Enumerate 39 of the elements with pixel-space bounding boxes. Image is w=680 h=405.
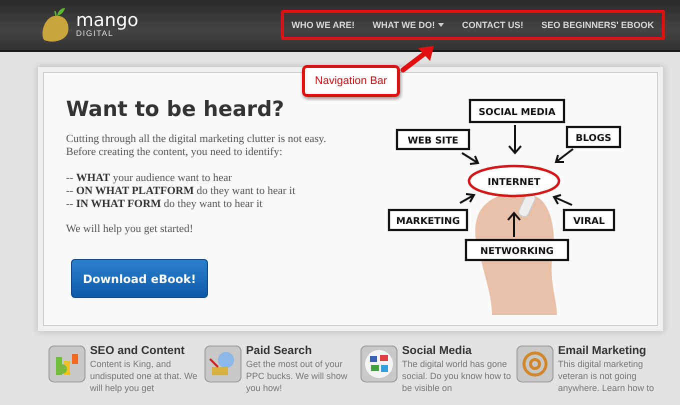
diagram-node: BLOGS (566, 126, 622, 148)
bullet-point: -- ON WHAT PLATFORM do they want to hear it (66, 185, 296, 198)
logo-wordmark: mango (76, 12, 138, 30)
intro-paragraph: Cutting through all the digital marketing clutter is not easy. Before creating the content, you need to identify: (66, 133, 328, 159)
feature-description: This digital marketing veteran is not going anywhere. Learn how to (558, 358, 656, 394)
arrow-icon (507, 211, 521, 238)
diagram-node: NETWORKING (464, 238, 570, 262)
diagram-node: SOCIAL MEDIA (468, 98, 566, 124)
social-icons-icon (360, 345, 398, 383)
callout-arrow-icon (400, 45, 436, 73)
closing-text: We will help you get started! (66, 223, 194, 236)
diagram-node: WEB SITE (396, 128, 470, 150)
arrow-icon (554, 148, 574, 163)
bar-chart-icon (48, 345, 86, 383)
nav-link[interactable]: WHO WE ARE! (292, 20, 355, 30)
feature-title: Email Marketing (558, 345, 648, 357)
feature-title: Paid Search (246, 345, 313, 357)
arrow-icon (459, 193, 476, 204)
logo-tagline: DIGITAL (76, 30, 114, 38)
diagram-node: VIRAL (562, 208, 616, 232)
feature-title: SEO and Content (90, 345, 186, 357)
hero-heading: Want to be heard? (66, 97, 286, 121)
nav-link[interactable]: CONTACT US! (462, 20, 524, 30)
arrow-icon (552, 194, 573, 206)
feature-description: Get the most out of your PPC bucks. We will show you how! (246, 358, 348, 394)
arrow-icon (508, 124, 522, 155)
feature-title: Social Media (402, 345, 473, 357)
nav-link[interactable]: WHAT WE DO! (372, 20, 444, 30)
annotation-callout: Navigation Bar (302, 65, 400, 97)
download-button[interactable]: Download eBook! (71, 259, 208, 298)
feature-description: The digital world has gone social. Do you know how to be visible on (402, 358, 512, 394)
feature-description: Content is King, and undisputed one at that. We will help you get (90, 358, 198, 394)
globe-icon (204, 345, 242, 383)
diagram-node: MARKETING (388, 208, 468, 232)
nav-link[interactable]: SEO BEGINNERS' EBOOK (541, 20, 654, 30)
bullet-point: -- WHAT your audience want to hear (66, 172, 233, 185)
arrow-icon (461, 152, 480, 165)
internet-ellipse-node: INTERNET (468, 164, 560, 198)
bullet-point: -- IN WHAT FORM do they want to hear it (66, 198, 264, 211)
